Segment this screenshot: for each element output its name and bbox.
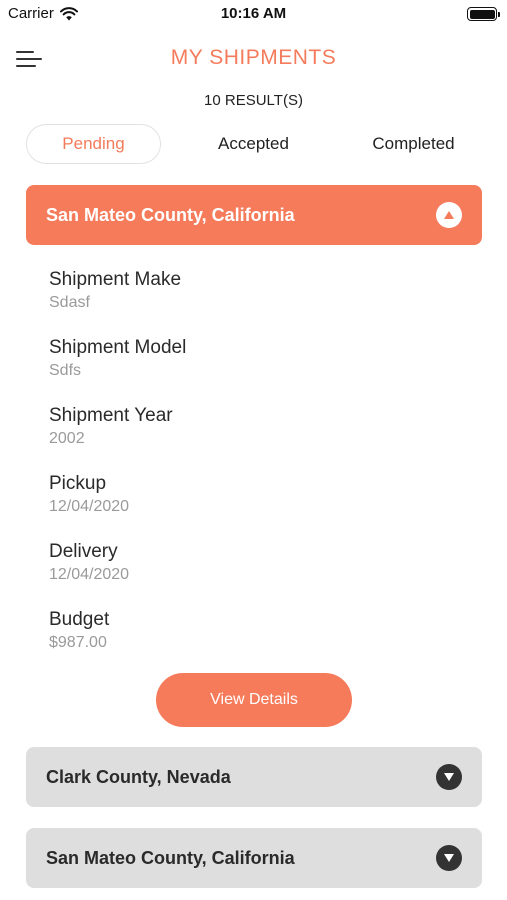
detail-pickup: Pickup 12/04/2020 [49,472,449,540]
detail-value: 12/04/2020 [49,498,130,515]
chevron-up-icon[interactable] [436,202,462,228]
detail-delivery: Delivery 12/04/2020 [49,540,449,608]
detail-value: $987.00 [49,634,107,651]
detail-shipment-year: Shipment Year 2002 [49,404,449,472]
detail-label: Pickup [49,473,107,494]
detail-shipment-model: Shipment Model Sdfs [49,336,449,404]
tab-accepted[interactable]: Accepted [161,124,346,164]
detail-label: Shipment Make [49,269,182,290]
detail-label: Delivery [49,541,118,562]
detail-value: 2002 [49,430,85,447]
shipment-location: San Mateo County, California [46,847,295,868]
detail-budget: Budget $987.00 [49,608,449,676]
detail-label: Budget [49,609,110,630]
detail-shipment-make: Shipment Make Sdasf [49,268,449,336]
shipment-card-header[interactable]: San Mateo County, California [26,828,482,888]
page-title: MY SHIPMENTS [170,46,337,69]
shipment-card-header[interactable]: Clark County, Nevada [26,747,482,807]
tab-completed[interactable]: Completed [346,124,481,164]
tab-pending[interactable]: Pending [26,124,161,164]
detail-value: 12/04/2020 [49,566,130,583]
detail-label: Shipment Year [49,405,173,426]
detail-value: Sdfs [49,362,82,379]
status-tabs: Pending Accepted Completed [26,124,481,164]
shipment-location: San Mateo County, California [46,204,295,225]
result-count: 10 RESULT(S) [204,92,303,109]
battery-icon [467,7,500,21]
view-details-button[interactable]: View Details [156,673,352,727]
shipment-card-header[interactable]: San Mateo County, California [26,185,482,245]
chevron-down-icon[interactable] [436,764,462,790]
status-time: 10:16 AM [220,5,287,22]
status-bar: Carrier 10:16 AM [0,0,507,28]
shipment-details: Shipment Make Sdasf Shipment Model Sdfs … [49,268,449,676]
chevron-down-icon[interactable] [436,845,462,871]
detail-label: Shipment Model [49,337,187,358]
shipment-location: Clark County, Nevada [46,766,231,787]
detail-value: Sdasf [49,294,90,311]
